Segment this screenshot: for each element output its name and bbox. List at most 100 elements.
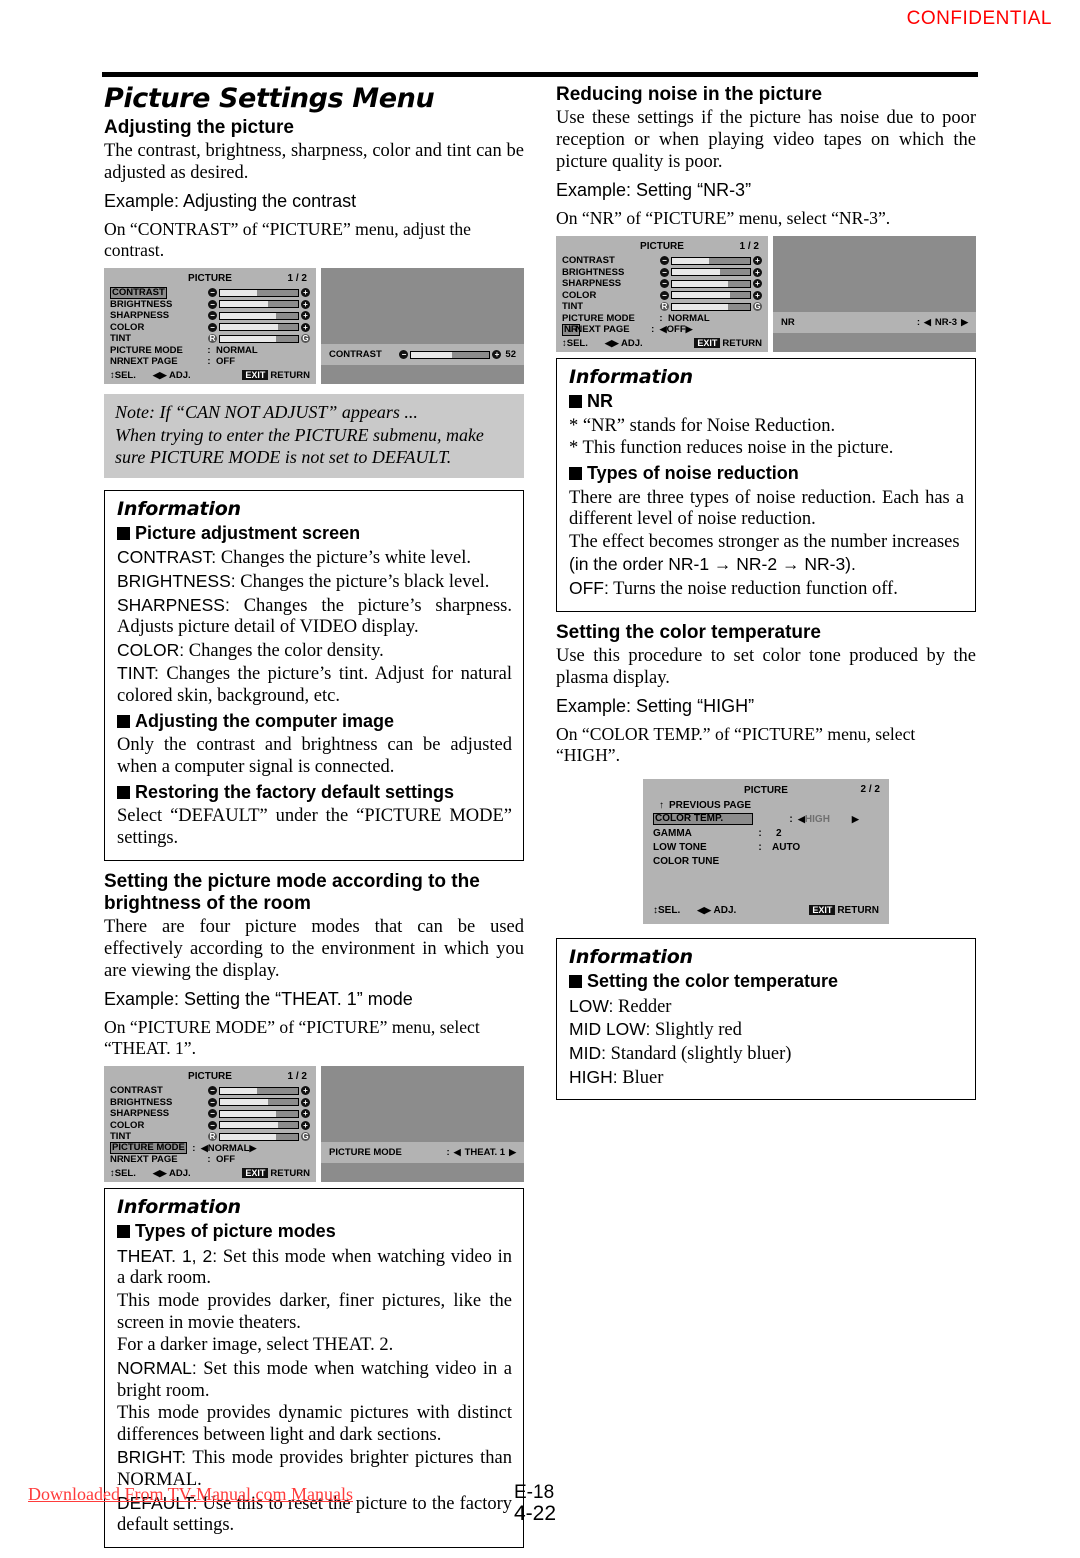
osd-return-hint[interactable]: EXIT RETURN — [694, 338, 762, 349]
osd-row-tint[interactable]: TINT R G — [562, 301, 762, 313]
minus-icon[interactable]: − — [208, 1109, 217, 1119]
osd-slider-color[interactable]: − + — [660, 290, 762, 300]
osd-row-sharpness[interactable]: SHARPNESS − + — [562, 278, 762, 290]
osd-detail-value-group[interactable]: : ◀ THEAT. 1 ▶ — [447, 1147, 516, 1158]
plus-icon[interactable]: + — [301, 322, 310, 332]
minus-icon[interactable]: − — [208, 299, 217, 309]
right-arrow-icon[interactable]: ▶ — [249, 1143, 256, 1154]
right-arrow-icon[interactable]: ▶ — [852, 814, 859, 825]
right-arrow-icon[interactable]: ▶ — [961, 317, 968, 328]
minus-icon[interactable]: − — [208, 1086, 217, 1096]
osd-row-brightness[interactable]: BRIGHTNESS − + — [562, 267, 762, 279]
osd-row-brightness[interactable]: BRIGHTNESS − + — [110, 299, 310, 311]
osd-row-contrast[interactable]: CONTRAST − + — [562, 255, 762, 267]
green-icon[interactable]: G — [753, 302, 762, 312]
osd-row-picture-mode[interactable]: PICTURE MODE : ◀ NORMAL ▶ — [110, 1142, 310, 1155]
plus-icon[interactable]: + — [753, 279, 762, 289]
osd-row-gamma[interactable]: GAMMA : 2 — [653, 826, 879, 840]
osd-row-contrast[interactable]: CONTRAST − + — [110, 286, 310, 299]
osd-row-color[interactable]: COLOR − + — [110, 1120, 310, 1132]
osd-slider-tint[interactable]: R G — [208, 334, 310, 344]
osd-next-page[interactable]: ↓ NEXT PAGE — [116, 1154, 178, 1165]
plus-icon[interactable]: + — [753, 267, 762, 277]
osd-slider-brightness[interactable]: − + — [208, 1097, 310, 1107]
right-arrow-icon[interactable]: ▶ — [686, 324, 693, 335]
osd-label-color: COLOR — [562, 289, 597, 301]
plus-icon[interactable]: + — [301, 1120, 310, 1130]
minus-icon[interactable]: − — [660, 290, 669, 300]
osd-row-contrast[interactable]: CONTRAST − + — [110, 1085, 310, 1097]
exit-button[interactable]: EXIT — [809, 905, 836, 916]
green-icon[interactable]: G — [301, 1132, 310, 1142]
osd-slider-sharpness[interactable]: − + — [208, 1109, 310, 1119]
plus-icon[interactable]: + — [301, 311, 310, 321]
osd-row-sharpness[interactable]: SHARPNESS − + — [110, 1108, 310, 1120]
plus-icon[interactable]: + — [301, 1086, 310, 1096]
osd-next-page[interactable]: ↓ NEXT PAGE — [568, 324, 630, 335]
exit-button[interactable]: EXIT — [694, 338, 721, 349]
minus-icon[interactable]: − — [208, 1120, 217, 1130]
osd-detail-slider[interactable]: − + — [399, 350, 502, 360]
osd-row-color-temp[interactable]: COLOR TEMP. : ◀ HIGH ▶ — [653, 812, 879, 826]
info-para-low: LOW: Redder — [569, 995, 672, 1017]
red-icon[interactable]: R — [660, 302, 669, 312]
left-arrow-icon[interactable]: ◀ — [924, 317, 931, 328]
osd-detail-value-group[interactable]: − + 52 — [399, 349, 516, 360]
osd-row-picture-mode[interactable]: PICTURE MODE : NORMAL — [562, 313, 762, 325]
watermark-link[interactable]: Downloaded From TV-Manual.com Manuals — [28, 1484, 353, 1505]
osd-row-brightness[interactable]: BRIGHTNESS − + — [110, 1097, 310, 1109]
osd-row-color[interactable]: COLOR − + — [110, 322, 310, 334]
exit-button[interactable]: EXIT — [242, 1168, 269, 1179]
plus-icon[interactable]: + — [301, 1097, 310, 1107]
minus-icon[interactable]: − — [660, 256, 669, 266]
red-icon[interactable]: R — [208, 334, 217, 344]
left-arrow-icon[interactable]: ◀ — [660, 324, 667, 335]
osd-slider-sharpness[interactable]: − + — [660, 279, 762, 289]
osd-slider-contrast[interactable]: − + — [208, 288, 310, 298]
green-icon[interactable]: G — [301, 334, 310, 344]
osd-row-color-tune[interactable]: COLOR TUNE — [653, 854, 879, 868]
osd-slider-contrast[interactable]: − + — [208, 1086, 310, 1096]
minus-icon[interactable]: − — [208, 322, 217, 332]
red-icon[interactable]: R — [208, 1132, 217, 1142]
left-arrow-icon[interactable]: ◀ — [798, 814, 805, 825]
minus-icon[interactable]: − — [208, 1097, 217, 1107]
minus-icon[interactable]: − — [399, 350, 409, 360]
osd-detail-value-group[interactable]: : ◀ NR-3 ▶ — [917, 317, 968, 328]
osd-slider-contrast[interactable]: − + — [660, 256, 762, 266]
plus-icon[interactable]: + — [301, 299, 310, 309]
osd-row-sharpness[interactable]: SHARPNESS − + — [110, 310, 310, 322]
osd-row-tint[interactable]: TINT R G — [110, 333, 310, 345]
minus-icon[interactable]: − — [660, 267, 669, 277]
osd-row-picture-mode[interactable]: PICTURE MODE : NORMAL — [110, 345, 310, 357]
osd-slider-brightness[interactable]: − + — [660, 267, 762, 277]
minus-icon[interactable]: − — [208, 288, 217, 298]
osd-return-hint[interactable]: EXIT RETURN — [242, 1168, 310, 1179]
slider-track — [219, 1121, 299, 1130]
minus-icon[interactable]: − — [208, 311, 217, 321]
osd-row-tint[interactable]: TINT R G — [110, 1131, 310, 1143]
osd-return-hint[interactable]: EXIT RETURN — [809, 905, 879, 916]
osd-row-low-tone[interactable]: LOW TONE : AUTO — [653, 840, 879, 854]
left-arrow-icon[interactable]: ◀ — [454, 1147, 461, 1158]
osd-slider-tint[interactable]: R G — [208, 1132, 310, 1142]
osd-slider-tint[interactable]: R G — [660, 302, 762, 312]
osd-row-color[interactable]: COLOR − + — [562, 290, 762, 302]
osd-return-hint[interactable]: EXIT RETURN — [242, 370, 310, 381]
right-arrow-icon[interactable]: ▶ — [509, 1147, 516, 1158]
plus-icon[interactable]: + — [301, 288, 310, 298]
plus-icon[interactable]: + — [301, 1109, 310, 1119]
plus-icon[interactable]: + — [492, 350, 502, 360]
osd-slider-color[interactable]: − + — [208, 322, 310, 332]
osd-slider-brightness[interactable]: − + — [208, 299, 310, 309]
plus-icon[interactable]: + — [753, 290, 762, 300]
osd-previous-page[interactable]: ↑ PREVIOUS PAGE — [653, 798, 879, 812]
osd-slider-color[interactable]: − + — [208, 1120, 310, 1130]
exit-button[interactable]: EXIT — [242, 370, 269, 381]
osd-next-page[interactable]: ↓ NEXT PAGE — [116, 356, 178, 367]
osd-slider-sharpness[interactable]: − + — [208, 311, 310, 321]
left-arrow-icon[interactable]: ◀ — [201, 1143, 208, 1154]
minus-icon[interactable]: − — [660, 279, 669, 289]
osd-detail-number: 52 — [505, 349, 516, 361]
plus-icon[interactable]: + — [753, 256, 762, 266]
